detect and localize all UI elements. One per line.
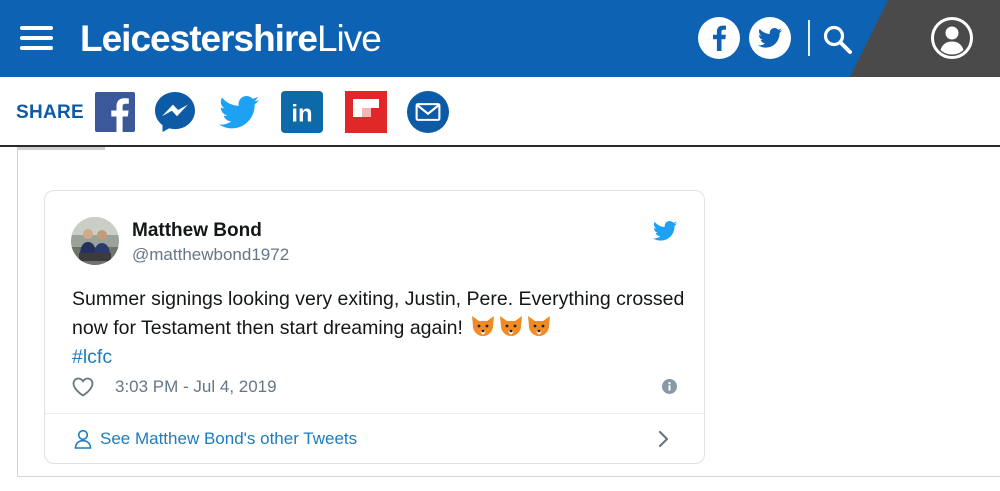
search-button[interactable] [822,24,854,56]
menu-icon-bar [20,36,53,40]
hashtag-link[interactable]: #lcfc [72,346,112,368]
facebook-icon [713,25,726,51]
tweet-text: Summer signings looking very exiting, Ju… [72,288,685,339]
logo-light-text: Live [316,18,382,59]
facebook-icon [95,92,135,132]
fox-emoji-icon [528,316,551,336]
frame-accent-line [17,147,105,150]
account-area [850,0,1000,77]
share-messenger-button[interactable] [154,91,196,133]
fox-emoji-icon [500,316,523,336]
header-twitter-button[interactable] [749,17,791,59]
twitter-icon[interactable] [653,221,677,241]
svg-text:in: in [291,101,312,128]
share-flipboard-button[interactable] [345,91,387,133]
email-icon [407,91,449,133]
search-icon [823,25,852,54]
see-other-tweets-link[interactable]: See Matthew Bond's other Tweets [45,414,704,464]
header-divider [808,20,810,56]
like-heart-icon[interactable] [72,377,94,397]
tweet-meta: 3:03 PM - Jul 4, 2019 [72,375,677,401]
fox-emoji-group [468,316,552,339]
avatar-photo [71,217,119,265]
tweet-body: Summer signings looking very exiting, Ju… [72,285,687,372]
embedded-tweet[interactable]: Matthew Bond @matthewbond1972 Summer sig… [44,190,705,464]
messenger-icon [155,92,195,132]
menu-icon-bar [20,26,53,30]
logo-bold-text: Leicestershire [80,18,318,59]
site-header: LeicestershireLive [0,0,1000,77]
share-email-button[interactable] [407,91,449,133]
flipboard-icon [345,91,387,133]
share-linkedin-button[interactable]: in [281,91,323,133]
menu-icon-bar [20,46,53,50]
author-handle[interactable]: @matthewbond1972 [132,245,289,265]
avatar[interactable] [71,217,119,265]
linkedin-icon: in [281,91,323,133]
share-facebook-button[interactable] [94,91,136,133]
chevron-right-icon [658,430,669,448]
fox-emoji-icon [472,316,495,336]
account-button[interactable] [930,16,974,60]
header-facebook-button[interactable] [698,17,740,59]
share-bar: SHARE in [0,77,1000,147]
see-other-tweets-label: See Matthew Bond's other Tweets [100,429,358,448]
twitter-icon [219,95,259,128]
menu-button[interactable] [20,26,53,50]
share-label: SHARE [16,102,85,123]
twitter-icon [758,28,782,48]
tweet-timestamp[interactable]: 3:03 PM - Jul 4, 2019 [115,377,277,397]
author-name[interactable]: Matthew Bond [132,220,262,242]
share-twitter-button[interactable] [218,91,260,133]
person-icon [74,429,92,449]
site-logo[interactable]: LeicestershireLive [80,18,382,60]
info-icon[interactable] [662,379,677,394]
user-icon [931,17,973,59]
